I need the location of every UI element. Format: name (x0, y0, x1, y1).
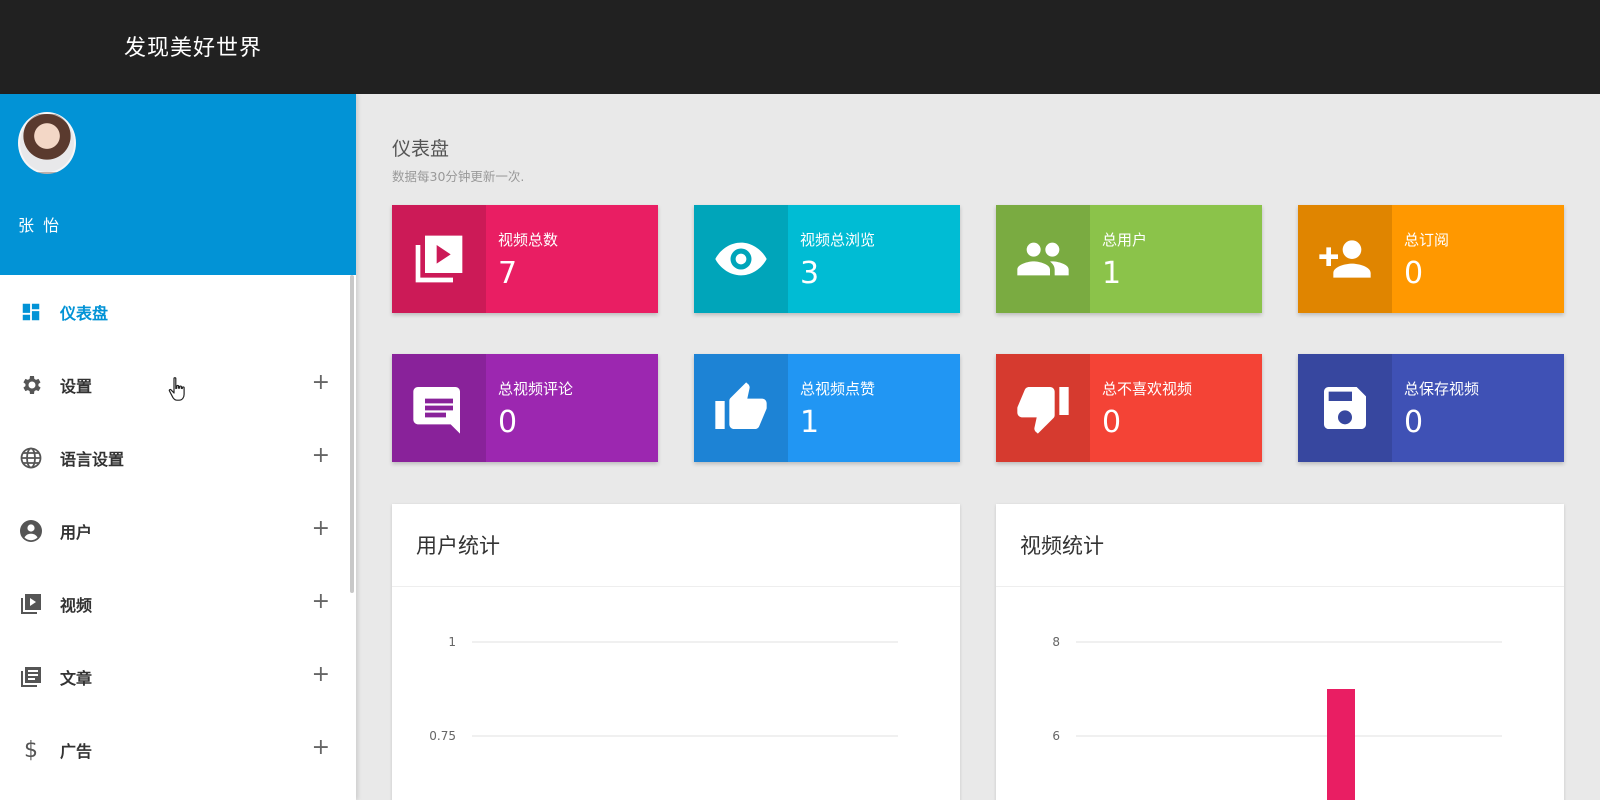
gear-icon (18, 372, 44, 398)
stat-card-total-saved[interactable]: 总保存视频 0 (1298, 354, 1564, 462)
expand-icon[interactable]: + (312, 591, 330, 613)
dollar-icon: $ (18, 737, 44, 763)
hand-cursor-icon (168, 376, 190, 410)
stat-card-total-dislikes[interactable]: 总不喜欢视频 0 (996, 354, 1262, 462)
expand-icon[interactable]: + (312, 664, 330, 686)
stat-card-total-videos[interactable]: 视频总数 7 (392, 205, 658, 313)
stat-card-total-subscriptions[interactable]: 总订阅 0 (1298, 205, 1564, 313)
stat-value: 0 (498, 405, 518, 440)
thumb-down-icon (996, 354, 1090, 462)
expand-icon[interactable]: + (312, 445, 330, 467)
page-subtitle: 数据每30分钟更新一次. (392, 169, 525, 184)
y-tick-label: 8 (1052, 635, 1060, 649)
sidebar-item-videos[interactable]: 视频 + (0, 567, 350, 640)
sidebar-item-language[interactable]: 语言设置 + (0, 421, 350, 494)
video-library-icon (392, 205, 486, 313)
video-stats-chart: 86 (1052, 635, 1502, 800)
stat-label: 总不喜欢视频 (1102, 380, 1193, 398)
user-name[interactable]: 张 怡 (18, 212, 61, 236)
sidebar-item-users[interactable]: 用户 + (0, 494, 350, 567)
chart-bar[interactable] (1327, 689, 1355, 800)
sidebar-item-label: 视频 (60, 595, 93, 615)
video-icon (18, 591, 44, 617)
stat-label: 总用户 (1102, 231, 1148, 249)
sidebar-item-label: 仪表盘 (60, 303, 109, 323)
person-add-icon (1298, 205, 1392, 313)
save-icon (1298, 354, 1392, 462)
stat-value: 3 (800, 256, 820, 291)
sidebar-item-dashboard[interactable]: 仪表盘 (0, 275, 350, 348)
stat-value: 0 (1102, 405, 1122, 440)
stat-value: 7 (498, 256, 518, 291)
sidebar-item-label: 设置 (60, 376, 93, 396)
main-content: 仪表盘 数据每30分钟更新一次. 视频总数 7 视频总浏览 3 总用户 1 总订… (356, 94, 1600, 800)
expand-icon[interactable]: + (312, 737, 330, 759)
sidebar-item-label: 语言设置 (60, 449, 125, 469)
thumb-up-icon (694, 354, 788, 462)
people-icon (996, 205, 1090, 313)
sidebar-item-label: 文章 (60, 668, 93, 688)
expand-icon[interactable]: + (312, 372, 330, 394)
stat-value: 0 (1404, 405, 1424, 440)
video-stats-panel: 视频统计 86 (996, 504, 1564, 800)
stat-label: 视频总数 (498, 231, 559, 249)
stat-value: 1 (1102, 256, 1122, 291)
sidebar-item-label: 用户 (60, 522, 93, 542)
stat-label: 总订阅 (1404, 231, 1450, 249)
stat-card-total-comments[interactable]: 总视频评论 0 (392, 354, 658, 462)
sidebar: 张 怡 仪表盘 设置 + 语言设置 + 用户 + 视频 + 文章 + $ 广告 … (0, 94, 356, 800)
top-bar: 发现美好世界 (0, 0, 1600, 94)
sidebar-item-articles[interactable]: 文章 + (0, 640, 350, 713)
dashboard-icon (18, 299, 44, 325)
y-tick-label: 1 (448, 635, 456, 649)
stat-label: 总视频点赞 (800, 380, 876, 398)
svg-text:$: $ (24, 738, 38, 762)
page-title: 仪表盘 (392, 138, 450, 160)
avatar[interactable] (18, 112, 76, 174)
stat-value: 1 (800, 405, 820, 440)
stat-value: 0 (1404, 256, 1424, 291)
eye-icon (694, 205, 788, 313)
comment-icon (392, 354, 486, 462)
stat-label: 视频总浏览 (800, 231, 876, 249)
user-stats-panel: 用户统计 1 0.75 (392, 504, 960, 800)
stat-card-total-views[interactable]: 视频总浏览 3 (694, 205, 960, 313)
user-stats-chart: 10.75 (429, 635, 898, 743)
sidebar-menu: 仪表盘 设置 + 语言设置 + 用户 + 视频 + 文章 + $ 广告 + (0, 275, 350, 786)
sidebar-item-label: 广告 (60, 741, 93, 761)
stat-label: 总视频评论 (498, 380, 574, 398)
user-panel: 张 怡 (0, 94, 356, 275)
stat-label: 总保存视频 (1404, 380, 1480, 398)
sidebar-scrollbar[interactable] (350, 275, 354, 593)
app-brand[interactable]: 发现美好世界 (124, 30, 262, 62)
article-icon (18, 664, 44, 690)
y-tick-label: 0.75 (429, 729, 456, 743)
expand-icon[interactable]: + (312, 518, 330, 540)
stat-card-total-likes[interactable]: 总视频点赞 1 (694, 354, 960, 462)
sidebar-item-ads[interactable]: $ 广告 + (0, 713, 350, 786)
y-tick-label: 6 (1052, 729, 1060, 743)
stat-card-total-users[interactable]: 总用户 1 (996, 205, 1262, 313)
globe-icon (18, 445, 44, 471)
user-circle-icon (18, 518, 44, 544)
